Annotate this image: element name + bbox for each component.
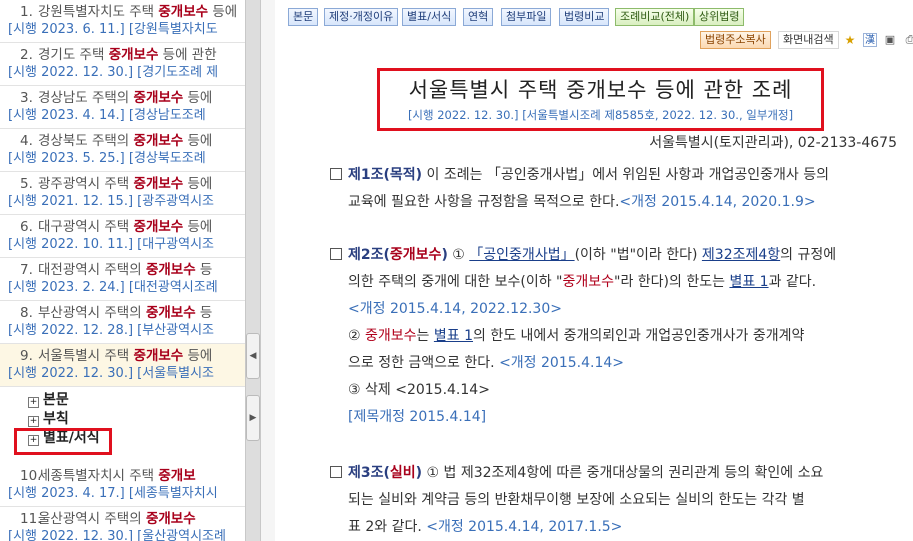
enforcement-info: [시행 2022. 12. 30.] [서울특별시조례 제8585호, 2022… — [407, 108, 794, 122]
law-result-enforcement: [시행 2023. 5. 25.] [경상북도조례 — [8, 151, 206, 166]
article-1-amendment: <개정 2015.4.14, 2020.1.9> — [619, 194, 816, 210]
search-results-panel: 1. 강원특별자치도 주택 중개보수 등에 [시행 2023. 6. 11.] [강… — [0, 0, 245, 541]
article-2-p3: ③ 삭제 <2015.4.14> — [348, 382, 490, 398]
page-title: 서울특별시 주택 중개보수 등에 관한 조례 — [408, 78, 793, 102]
law-result-enforcement: [시행 2022. 12. 30.] [경기도조례 제 — [8, 65, 219, 80]
law-result-title[interactable]: 3. 경상남도 주택의 중개보수 등에 — [8, 89, 245, 107]
law-result-item[interactable]: 9. 서울특별시 주택 중개보수 등에 [시행 2022. 12. 30.] [서울… — [0, 344, 245, 387]
law-result-enforcement: [시행 2023. 4. 14.] [경상남도조례 — [8, 108, 206, 123]
law-result-enforcement: [시행 2022. 12. 28.] [부산광역시조 — [8, 323, 214, 338]
law-result-title[interactable]: 5. 광주광역시 주택 중개보수 등에 — [8, 175, 245, 193]
tab-amendment-reason[interactable]: 제정·개정이유 — [324, 8, 399, 26]
law-result-enforcement: [시행 2022. 12. 30.] [울산광역시조례 — [8, 529, 226, 541]
link-table-1-p2[interactable]: 별표 1 — [434, 328, 473, 344]
article-1-text-cont: 교육에 필요한 사항을 규정함을 목적으로 한다. — [348, 194, 620, 210]
tab-ordinance-compare[interactable]: 조례비교(전체) — [615, 8, 695, 26]
law-result-title[interactable]: 6. 대구광역시 주택 중개보수 등에 — [8, 218, 245, 236]
tree-node[interactable]: + 본문 — [28, 391, 245, 410]
law-result-title[interactable]: 10.세종특별자치시 주택 중개보 — [8, 467, 245, 485]
tree-node[interactable]: + 부칙 — [28, 410, 245, 429]
law-result-title[interactable]: 7. 대전광역시 주택의 중개보수 등 — [8, 261, 245, 279]
link-brokerage-act[interactable]: 「공인중개사법」 — [469, 247, 574, 263]
panel-splitter[interactable]: ◀ ▶ — [245, 0, 261, 541]
tab-parent-law[interactable]: 상위법령 — [694, 8, 745, 26]
divider-bar — [261, 0, 275, 541]
favorite-star-icon[interactable]: ★ — [843, 33, 857, 47]
law-result-title[interactable]: 11.울산광역시 주택의 중개보수 — [8, 510, 245, 528]
copy-law-address-button[interactable]: 법령주소복사 — [700, 31, 771, 49]
expand-plus-icon[interactable]: + — [28, 416, 39, 427]
law-result-item[interactable]: 2. 경기도 주택 중개보수 등에 관한 [시행 2022. 12. 30.] [경… — [0, 43, 245, 86]
law-result-item[interactable]: 5. 광주광역시 주택 중개보수 등에 [시행 2021. 12. 15.] [광주… — [0, 172, 245, 215]
link-table-1[interactable]: 별표 1 — [729, 274, 768, 290]
law-result-enforcement: [시행 2022. 10. 11.] [대구광역시조 — [8, 237, 214, 252]
law-result-enforcement: [시행 2021. 12. 15.] [광주광역시조 — [8, 194, 214, 209]
law-result-item[interactable]: 7. 대전광역시 주택의 중개보수 등 [시행 2023. 2. 24.] [대전광… — [0, 258, 245, 301]
law-result-item[interactable]: 6. 대구광역시 주택 중개보수 등에 [시행 2022. 10. 11.] [대구… — [0, 215, 245, 258]
article-3-heading: 제3조(실비) — [348, 465, 423, 481]
law-result-enforcement: [시행 2023. 4. 17.] [세종특별자치시 — [8, 486, 218, 501]
article-2: 제2조(중개보수) ① 「공인중개사법」(이하 "법"이라 한다) 제32조제4… — [330, 242, 900, 431]
article-1: 제1조(목적) 이 조례는 「공인중개사법」에서 위임된 사항과 개업공인중개사… — [330, 162, 900, 216]
article-3-checkbox[interactable] — [330, 466, 342, 478]
article-2-title-amendment: [제목개정 2015.4.14] — [348, 409, 487, 425]
law-result-title[interactable]: 8. 부산광역시 주택의 중개보수 등 — [8, 304, 245, 322]
article-3-text-cont: 되는 실비와 계약금 등의 반환채무이행 보장에 소요되는 실비의 한도는 각각… — [348, 492, 805, 508]
article-1-heading: 제1조(목적) — [348, 167, 423, 183]
law-result-title[interactable]: 4. 경상북도 주택의 중개보수 등에 — [8, 132, 245, 150]
tab-attached-forms[interactable]: 별표/서식 — [402, 8, 457, 26]
law-result-item[interactable]: 11.울산광역시 주택의 중개보수 [시행 2022. 12. 30.] [울산광… — [0, 507, 245, 541]
save-icon[interactable]: ▣ — [883, 33, 897, 47]
collapse-left-icon[interactable]: ◀ — [246, 333, 260, 379]
law-result-enforcement: [시행 2023. 6. 11.] [강원특별자치도 — [8, 22, 218, 37]
expand-right-icon[interactable]: ▶ — [246, 395, 260, 441]
tab-attachments[interactable]: 첨부파일 — [501, 8, 552, 26]
law-result-enforcement: [시행 2023. 2. 24.] [대전광역시조례 — [8, 280, 218, 295]
law-result-item[interactable]: 3. 경상남도 주택의 중개보수 등에 [시행 2023. 4. 14.] [경상남… — [0, 86, 245, 129]
law-result-item[interactable]: 10.세종특별자치시 주택 중개보 [시행 2023. 4. 17.] [세종특별… — [0, 464, 245, 507]
law-result-title[interactable]: 2. 경기도 주택 중개보수 등에 관한 — [8, 46, 245, 64]
law-result-list: 1. 강원특별자치도 주택 중개보수 등에 [시행 2023. 6. 11.] [강… — [0, 0, 245, 541]
in-page-search-button[interactable]: 화면내검색 — [778, 31, 839, 49]
law-document: 서울특별시 주택 중개보수 등에 관한 조례 [시행 2022. 12. 30.… — [275, 52, 913, 541]
tab-law-compare[interactable]: 법령비교 — [559, 8, 610, 26]
article-2-checkbox[interactable] — [330, 248, 342, 260]
law-result-item[interactable]: 4. 경상북도 주택의 중개보수 등에 [시행 2023. 5. 25.] [경상북… — [0, 129, 245, 172]
expand-plus-icon[interactable]: + — [28, 397, 39, 408]
link-article-32-4[interactable]: 제32조제4항 — [702, 247, 780, 263]
department-contact: 서울특별시(토지관리과), 02-2133-4675 — [649, 135, 897, 151]
article-1-checkbox[interactable] — [330, 168, 342, 180]
law-result-title[interactable]: 9. 서울특별시 주택 중개보수 등에 — [8, 347, 245, 365]
article-2-p1-amendment: <개정 2015.4.14, 2022.12.30> — [348, 301, 562, 317]
hanja-icon[interactable]: 漢 — [863, 33, 877, 47]
law-result-title[interactable]: 1. 강원특별자치도 주택 중개보수 등에 — [8, 3, 245, 21]
article-1-text: 이 조례는 「공인중개사법」에서 위임된 사항과 개업공인중개사 등의 — [422, 167, 829, 183]
toolbar: 본문 제정·개정이유 별표/서식 연혁 첨부파일 법령비교 조례비교(전체) 상… — [275, 0, 913, 52]
article-3: 제3조(실비) ① 법 제32조제4항에 따른 중개대상물의 권리관계 등의 확… — [330, 460, 900, 541]
print-icon[interactable]: ⎙ — [903, 33, 913, 47]
law-result-item[interactable]: 1. 강원특별자치도 주택 중개보수 등에 [시행 2023. 6. 11.] [강… — [0, 0, 245, 43]
tree-highlight-box — [14, 428, 112, 455]
tab-main-text[interactable]: 본문 — [288, 8, 319, 26]
title-highlight-box: 서울특별시 주택 중개보수 등에 관한 조례 [시행 2022. 12. 30.… — [377, 68, 824, 131]
law-result-enforcement: [시행 2022. 12. 30.] [서울특별시조 — [8, 366, 214, 381]
law-result-item[interactable]: 8. 부산광역시 주택의 중개보수 등 [시행 2022. 12. 28.] [부산… — [0, 301, 245, 344]
article-2-heading: 제2조(중개보수) — [348, 247, 448, 263]
tab-history[interactable]: 연혁 — [463, 8, 494, 26]
